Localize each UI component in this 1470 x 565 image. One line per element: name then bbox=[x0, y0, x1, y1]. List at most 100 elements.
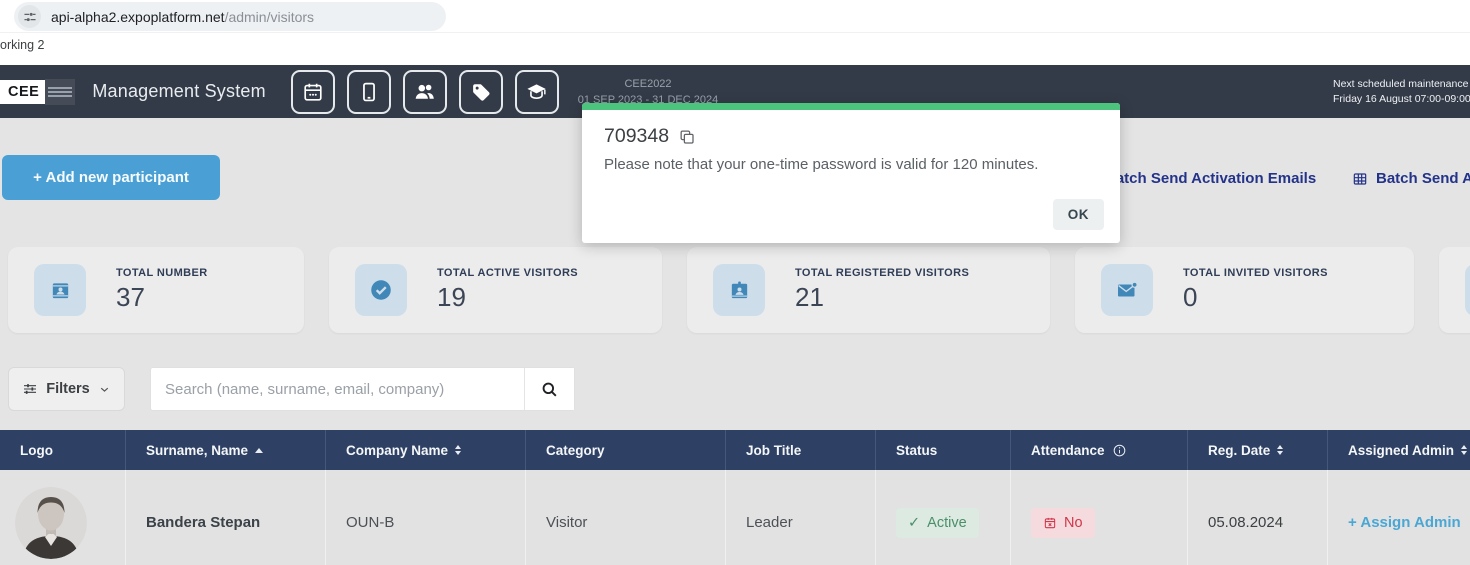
maintenance-notice: Next scheduled maintenance wi Friday 16 … bbox=[1333, 77, 1470, 107]
batch-send-label: Batch Send A bbox=[1376, 170, 1470, 187]
batch-activation-label: Batch Send Activation Emails bbox=[1105, 170, 1316, 187]
batch-send-activation-link[interactable]: Batch Send Activation Emails bbox=[1105, 170, 1316, 187]
cee-logo[interactable]: CEE bbox=[0, 78, 75, 106]
browser-chrome: api-alpha2.expoplatform.net/admin/visito… bbox=[0, 0, 1470, 65]
cell-job-title: Leader bbox=[725, 470, 875, 565]
col-attendance: Attendance bbox=[1010, 430, 1187, 470]
site-settings-icon[interactable] bbox=[18, 5, 41, 28]
check-icon: ✓ bbox=[908, 515, 920, 531]
stats-cards: TOTAL NUMBER 37 TOTAL ACTIVE VISITORS 19 bbox=[8, 247, 1470, 333]
batch-send-link[interactable]: Batch Send A bbox=[1352, 170, 1470, 187]
cell-reg-date: 05.08.2024 bbox=[1187, 470, 1327, 565]
otp-code: 709348 bbox=[604, 125, 669, 148]
stat-label: TOTAL INVITED VISITORS bbox=[1183, 267, 1328, 279]
address-bar-row: api-alpha2.expoplatform.net/admin/visito… bbox=[0, 0, 1470, 33]
info-icon[interactable] bbox=[1112, 443, 1127, 458]
users-icon[interactable] bbox=[403, 70, 447, 114]
col-label: Job Title bbox=[746, 443, 801, 458]
add-participant-button[interactable]: + Add new participant bbox=[2, 155, 220, 200]
sliders-icon bbox=[22, 381, 38, 397]
stat-value: 21 bbox=[795, 282, 969, 313]
col-job-title: Job Title bbox=[725, 430, 875, 470]
bookmark-item[interactable]: orking 2 bbox=[0, 38, 44, 52]
cell-attendance: No bbox=[1010, 470, 1187, 565]
col-label: Surname, Name bbox=[146, 443, 248, 458]
calendar-x-icon bbox=[1043, 516, 1057, 530]
cell-status: ✓ Active bbox=[875, 470, 1010, 565]
calendar-icon[interactable] bbox=[291, 70, 335, 114]
chevron-down-icon bbox=[98, 383, 111, 396]
cell-logo bbox=[0, 470, 125, 565]
sort-asc-icon bbox=[255, 448, 263, 453]
stat-card-registered: TOTAL REGISTERED VISITORS 21 bbox=[687, 247, 1050, 333]
page-url: api-alpha2.expoplatform.net/admin/visito… bbox=[51, 9, 314, 25]
mail-icon bbox=[1101, 264, 1153, 316]
event-name: CEE2022 bbox=[568, 76, 728, 92]
graduation-cap-icon[interactable] bbox=[515, 70, 559, 114]
assign-admin-link[interactable]: + Assign Admin bbox=[1348, 514, 1461, 531]
col-company-name[interactable]: Company Name bbox=[325, 430, 525, 470]
sort-icon bbox=[1277, 445, 1283, 455]
attendance-label: No bbox=[1064, 515, 1083, 531]
col-label: Category bbox=[546, 443, 605, 458]
table-row: Bandera Stepan OUN-B Visitor Leader ✓ Act… bbox=[0, 470, 1470, 565]
col-reg-date[interactable]: Reg. Date bbox=[1187, 430, 1327, 470]
tag-icon[interactable] bbox=[459, 70, 503, 114]
url-domain: api-alpha2.expoplatform.net bbox=[51, 9, 225, 25]
cell-assigned-admin: + Assign Admin bbox=[1327, 470, 1470, 565]
filters-button[interactable]: Filters bbox=[8, 367, 125, 411]
avatar bbox=[15, 487, 87, 559]
url-path: /admin/visitors bbox=[225, 9, 314, 25]
maintenance-line2: Friday 16 August 07:00-09:00 bbox=[1333, 92, 1470, 107]
cell-company: OUN-B bbox=[325, 470, 525, 565]
col-label: Company Name bbox=[346, 443, 448, 458]
stat-card-clipped bbox=[1439, 247, 1470, 333]
logo-subtext bbox=[45, 79, 75, 105]
col-label: Logo bbox=[20, 443, 53, 458]
col-label: Assigned Admin bbox=[1348, 443, 1454, 458]
status-label: Active bbox=[927, 515, 967, 531]
stat-value: 0 bbox=[1183, 282, 1328, 313]
col-assigned-admin[interactable]: Assigned Admin bbox=[1327, 430, 1470, 470]
stat-label: TOTAL NUMBER bbox=[116, 267, 208, 279]
stat-card-active: TOTAL ACTIVE VISITORS 19 bbox=[329, 247, 662, 333]
cell-name: Bandera Stepan bbox=[125, 470, 325, 565]
stat-value: 37 bbox=[116, 282, 208, 313]
col-surname-name[interactable]: Surname, Name bbox=[125, 430, 325, 470]
sort-icon bbox=[455, 445, 461, 455]
sort-icon bbox=[1461, 445, 1467, 455]
search-button[interactable] bbox=[524, 368, 574, 410]
ok-button[interactable]: OK bbox=[1053, 199, 1104, 230]
id-badge-icon bbox=[713, 264, 765, 316]
clipped-icon bbox=[1465, 264, 1470, 316]
stat-label: TOTAL ACTIVE VISITORS bbox=[437, 267, 578, 279]
check-circle-icon bbox=[355, 264, 407, 316]
mobile-icon[interactable] bbox=[347, 70, 391, 114]
table-header: Logo Surname, Name Company Name Category… bbox=[0, 430, 1470, 470]
col-category: Category bbox=[525, 430, 725, 470]
filters-label: Filters bbox=[46, 381, 90, 397]
otp-message: Please note that your one-time password … bbox=[604, 156, 1098, 173]
otp-modal: 709348 Please note that your one-time pa… bbox=[582, 103, 1120, 243]
search-bar bbox=[150, 367, 575, 411]
stat-card-total: TOTAL NUMBER 37 bbox=[8, 247, 304, 333]
page: api-alpha2.expoplatform.net/admin/visito… bbox=[0, 0, 1470, 565]
stat-label: TOTAL REGISTERED VISITORS bbox=[795, 267, 969, 279]
col-logo: Logo bbox=[0, 430, 125, 470]
attendance-badge: No bbox=[1031, 508, 1095, 538]
search-icon bbox=[540, 380, 559, 399]
copy-icon[interactable] bbox=[678, 128, 696, 146]
col-label: Status bbox=[896, 443, 937, 458]
app-title: Management System bbox=[92, 81, 265, 102]
stat-card-invited: TOTAL INVITED VISITORS 0 bbox=[1075, 247, 1414, 333]
status-badge: ✓ Active bbox=[896, 508, 979, 538]
search-input[interactable] bbox=[151, 368, 524, 410]
address-bar[interactable]: api-alpha2.expoplatform.net/admin/visito… bbox=[14, 2, 446, 31]
logo-text: CEE bbox=[0, 80, 45, 104]
grid-icon bbox=[1352, 171, 1368, 187]
stat-value: 19 bbox=[437, 282, 578, 313]
maintenance-line1: Next scheduled maintenance wi bbox=[1333, 77, 1470, 92]
col-label: Attendance bbox=[1031, 443, 1105, 458]
cell-category: Visitor bbox=[525, 470, 725, 565]
modal-accent-bar bbox=[582, 103, 1120, 110]
